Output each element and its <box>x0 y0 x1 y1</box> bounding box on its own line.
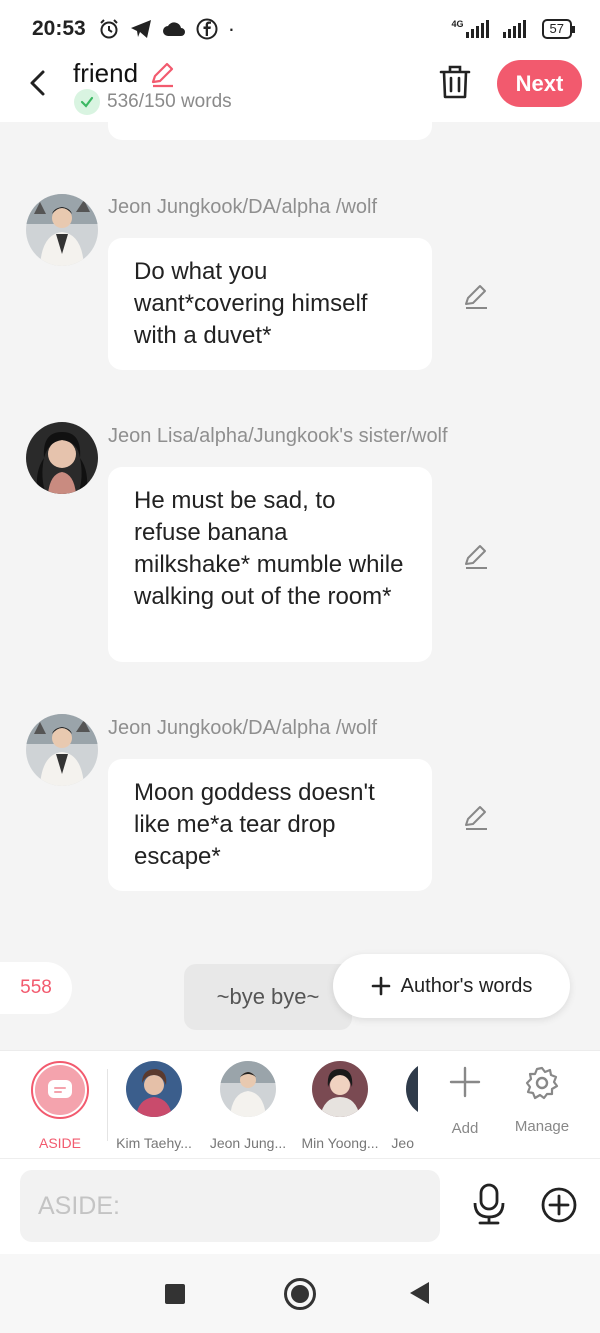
edit-message-pencil-icon[interactable] <box>462 542 490 570</box>
word-count: 536/150 words <box>107 91 232 112</box>
aside-avatar <box>31 1061 89 1119</box>
home-icon[interactable] <box>284 1278 316 1310</box>
chat-bubble-icon <box>48 1080 72 1098</box>
network-label: 4G <box>451 19 464 29</box>
add-character-button[interactable]: Add <box>444 1065 486 1137</box>
draft-bubble[interactable]: ~bye bye~ <box>184 964 352 1030</box>
authors-words-label: Author's words <box>400 974 533 997</box>
system-nav-bar <box>0 1254 600 1333</box>
plus-circle-icon[interactable] <box>540 1186 578 1224</box>
status-time: 20:53 <box>32 17 86 40</box>
next-button[interactable]: Next <box>497 60 582 107</box>
manage-label: Manage <box>514 1118 570 1135</box>
status-bar: 20:53 · 4G 57 <box>0 0 600 58</box>
story-title[interactable]: friend <box>73 58 138 89</box>
check-icon <box>74 89 100 115</box>
character-label: Jeo <box>391 1135 414 1151</box>
message-bubble[interactable]: Moon goddess doesn't like me*a tear drop… <box>108 759 432 891</box>
chat-area[interactable]: Jeon Jungkook/DA/alpha /wolf Do what you… <box>0 122 600 1050</box>
manage-characters-button[interactable]: Manage <box>510 1065 574 1135</box>
avatar <box>126 1061 182 1117</box>
character-jungkook[interactable]: Jeon Jung... <box>202 1061 294 1151</box>
input-row <box>0 1158 600 1254</box>
telegram-icon <box>130 20 151 38</box>
avatar[interactable] <box>26 422 98 494</box>
avatar[interactable] <box>26 194 98 266</box>
facebook-icon <box>196 18 218 40</box>
back-triangle-icon[interactable] <box>410 1282 429 1304</box>
avatar[interactable] <box>26 714 98 786</box>
character-aside[interactable]: ASIDE <box>14 1061 106 1151</box>
avatar <box>406 1061 418 1117</box>
character-label: Jeon Jung... <box>209 1135 287 1151</box>
trash-icon[interactable] <box>438 64 472 100</box>
previous-message-bubble[interactable] <box>108 122 432 140</box>
message-bubble[interactable]: He must be sad, to refuse banana milksha… <box>108 467 432 662</box>
top-bar: friend 536/150 words Next <box>0 58 600 122</box>
edit-message-pencil-icon[interactable] <box>462 282 490 310</box>
status-right: 4G 57 <box>451 19 576 39</box>
message-count-badge[interactable]: 558 <box>0 962 72 1014</box>
signal-icon <box>465 20 489 38</box>
message-bubble[interactable]: Do what you want*covering himself with a… <box>108 238 432 370</box>
status-icons: · <box>98 18 235 40</box>
character-bar: ASIDE Kim Taehy... Jeon Jung... Min Yoon… <box>0 1050 600 1158</box>
character-name: Jeon Jungkook/DA/alpha /wolf <box>108 196 378 218</box>
character-jeo[interactable]: Jeo <box>360 1061 418 1151</box>
cloud-icon <box>162 22 185 36</box>
character-label: ASIDE <box>38 1135 81 1151</box>
character-taehyung[interactable]: Kim Taehy... <box>108 1061 200 1151</box>
plus-icon <box>449 1066 481 1098</box>
edit-message-pencil-icon[interactable] <box>462 803 490 831</box>
back-arrow-icon[interactable] <box>24 68 54 98</box>
avatar <box>220 1061 276 1117</box>
edit-title-pencil-icon[interactable] <box>148 60 176 88</box>
signal-icon-2 <box>502 20 526 38</box>
microphone-icon[interactable] <box>470 1183 508 1225</box>
authors-words-button[interactable]: Author's words <box>333 954 570 1018</box>
message-input[interactable] <box>20 1170 440 1242</box>
character-name: Jeon Lisa/alpha/Jungkook's sister/wolf <box>108 425 448 447</box>
character-label: Kim Taehy... <box>116 1135 192 1151</box>
character-name: Jeon Jungkook/DA/alpha /wolf <box>108 717 378 739</box>
plus-icon <box>371 976 390 996</box>
add-label: Add <box>451 1120 479 1137</box>
gear-icon <box>525 1066 559 1100</box>
recents-icon[interactable] <box>165 1284 185 1304</box>
alarm-icon <box>100 19 118 39</box>
dot-icon: · <box>227 16 236 41</box>
battery-icon: 57 <box>541 19 576 39</box>
